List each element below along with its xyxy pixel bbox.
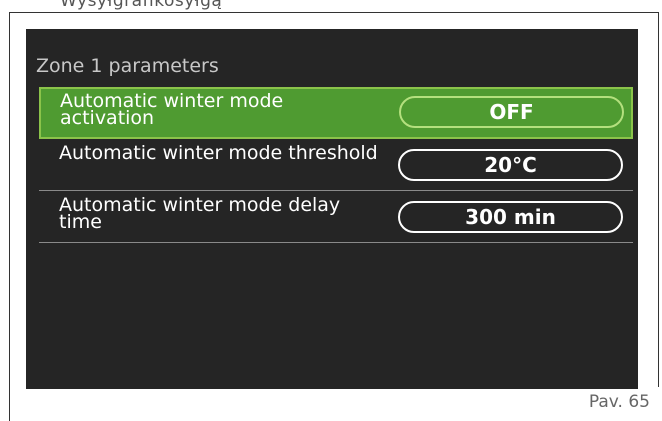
parameter-row-winter-activation[interactable]: Automatic winter mode activation OFF — [39, 87, 633, 139]
parameter-value-toggle[interactable]: OFF — [399, 96, 624, 128]
parameter-value-field[interactable]: 20°C — [398, 149, 623, 181]
parameter-row-winter-delay[interactable]: Automatic winter mode delay time 300 min — [39, 191, 633, 243]
parameter-label: Automatic winter mode activation — [60, 90, 284, 129]
figure-frame-top — [9, 12, 659, 13]
parameter-value-field[interactable]: 300 min — [398, 201, 623, 233]
parameter-label: Automatic winter mode threshold — [59, 142, 378, 164]
cropped-header-text: Wysyłgrafikosyłgą — [60, 0, 223, 11]
parameter-label: Automatic winter mode delay time — [59, 194, 341, 233]
page-title: Zone 1 parameters — [36, 55, 219, 77]
parameter-row-winter-threshold[interactable]: Automatic winter mode threshold 20°C — [39, 139, 633, 191]
figure-caption: Pav. 65 — [588, 392, 650, 412]
device-screen: Zone 1 parameters Automatic winter mode … — [26, 29, 638, 389]
figure-frame-left — [9, 12, 10, 421]
figure-frame-right — [658, 12, 659, 387]
